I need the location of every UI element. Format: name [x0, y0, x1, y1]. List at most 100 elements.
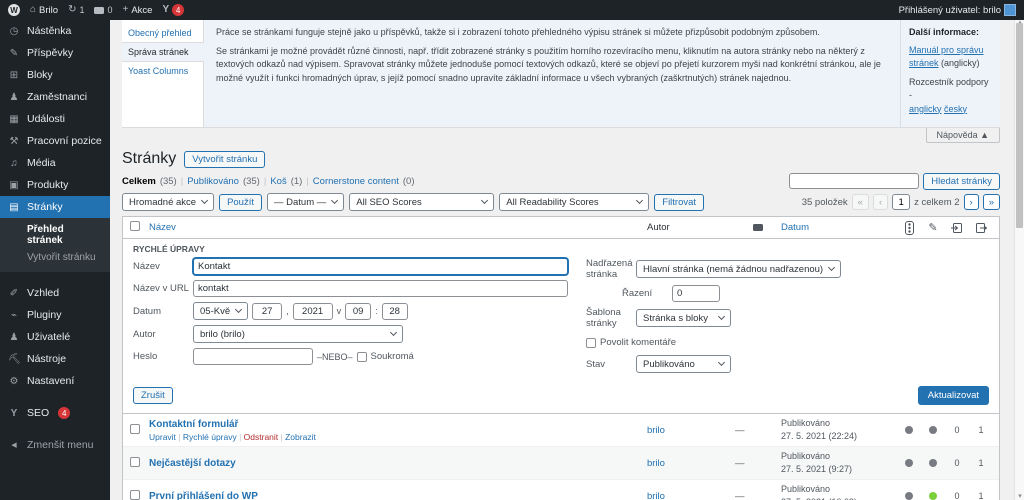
outgoing-links-count: 1 — [969, 458, 993, 468]
help-toggle-button[interactable]: Nápověda ▲ — [926, 128, 1000, 143]
readability-score-dot — [929, 459, 937, 467]
filter-button[interactable]: Filtrovat — [654, 194, 704, 211]
sidebar-item-plugins[interactable]: ⌁Pluginy — [0, 304, 110, 326]
page-link[interactable]: První přihlášení do WP — [149, 491, 258, 500]
help-tab-overview[interactable]: Obecný přehled — [122, 24, 203, 42]
allow-comments-checkbox[interactable] — [586, 338, 596, 348]
status-label: Stav — [586, 359, 632, 370]
last-page-button[interactable]: » — [983, 194, 1000, 210]
vertical-scrollbar[interactable]: ▴ ▾ — [1014, 20, 1024, 500]
search-input[interactable] — [789, 173, 919, 189]
next-page-button[interactable]: › — [964, 194, 979, 210]
slug-input[interactable] — [193, 280, 568, 297]
apply-button[interactable]: Použít — [219, 194, 262, 211]
sidebar-item-events[interactable]: ▦Události — [0, 108, 110, 130]
submenu-item-add-new[interactable]: Vytvořit stránku — [0, 249, 110, 266]
hour-input[interactable] — [345, 303, 371, 320]
help-support-link-cs[interactable]: česky — [944, 104, 967, 114]
new-content-menu[interactable]: +Akce — [122, 5, 152, 16]
sidebar-item-products[interactable]: ▣Produkty — [0, 174, 110, 196]
submenu-item-all-pages[interactable]: Přehled stránek — [0, 221, 110, 249]
view-published[interactable]: Publikováno — [187, 176, 239, 187]
author-select[interactable]: brilo (brilo) — [193, 325, 403, 343]
sidebar-item-employees[interactable]: ♟Zaměstnanci — [0, 86, 110, 108]
sidebar-item-dashboard[interactable]: ◷Nástěnka — [0, 20, 110, 42]
sidebar-item-collapse-menu[interactable]: ◀Zmenšit menu — [0, 434, 110, 456]
account-menu[interactable]: Přihlášený uživatel: brilo — [899, 4, 1016, 16]
wordpress-logo-icon: W — [8, 4, 20, 16]
updates-menu[interactable]: ↻1 — [68, 5, 84, 15]
view-cornerstone[interactable]: Cornerstone content — [313, 176, 399, 187]
author-label: Autor — [133, 329, 189, 340]
view-all[interactable]: Celkem — [122, 176, 156, 187]
column-title[interactable]: Název — [149, 222, 647, 233]
view-trash[interactable]: Koš — [270, 176, 286, 187]
sidebar-item-posts[interactable]: ✎Příspěvky — [0, 42, 110, 64]
search-pages-button[interactable]: Hledat stránky — [923, 173, 1000, 190]
cancel-button[interactable]: Zrušit — [133, 387, 173, 404]
row-checkbox[interactable] — [130, 457, 140, 467]
template-label: Šablona stránky — [586, 307, 632, 329]
day-input[interactable] — [252, 303, 282, 320]
sidebar-item-settings[interactable]: ⚙Nastavení — [0, 370, 110, 392]
page-link[interactable]: Nejčastější dotazy — [149, 458, 236, 469]
password-input[interactable] — [193, 348, 313, 365]
seo-scores-select[interactable]: All SEO Scores — [349, 193, 494, 211]
scroll-down-arrow[interactable]: ▾ — [1015, 492, 1024, 500]
current-page-input[interactable] — [892, 194, 910, 210]
seo-score-dot — [905, 492, 913, 500]
sidebar-item-media[interactable]: ♫Média — [0, 152, 110, 174]
sidebar-item-seo[interactable]: YSEO4 — [0, 402, 110, 424]
quick-edit-action[interactable]: Rychlé úpravy — [183, 432, 237, 442]
help-tab-managing-pages[interactable]: Správa stránek — [122, 42, 204, 62]
author-link[interactable]: brilo — [647, 425, 665, 436]
row-checkbox[interactable] — [130, 424, 140, 434]
sidebar-item-users[interactable]: ♟Uživatelé — [0, 326, 110, 348]
help-support-link-en[interactable]: anglicky — [909, 104, 942, 114]
title-input[interactable] — [193, 258, 568, 275]
date-filter-select[interactable]: — Datum — — [267, 193, 344, 211]
outgoing-links-icon — [975, 222, 987, 234]
sidebar-item-appearance[interactable]: ✐Vzhled — [0, 282, 110, 304]
table-row: První přihlášení do WP brilo — Publiková… — [123, 480, 999, 500]
parent-page-select[interactable]: Hlavní stránka (nemá žádnou nadřazenou) — [636, 260, 841, 278]
wp-logo-menu[interactable]: W — [8, 4, 20, 16]
yoast-menu[interactable]: Y4 — [162, 4, 184, 16]
readability-scores-select[interactable]: All Readability Scores — [499, 193, 649, 211]
password-label: Heslo — [133, 351, 189, 362]
chevron-down-icon — [636, 197, 643, 204]
trash-action[interactable]: Odstranit — [244, 432, 279, 442]
add-new-page-button[interactable]: Vytvořit stránku — [184, 151, 265, 168]
minute-input[interactable] — [382, 303, 408, 320]
bulk-actions-select[interactable]: Hromadné akce — [122, 193, 214, 211]
total-pages-label: z celkem 2 — [914, 197, 959, 208]
column-date[interactable]: Datum — [781, 222, 897, 233]
sidebar-item-pages[interactable]: ▤Stránky — [0, 196, 110, 218]
column-comments[interactable] — [735, 224, 781, 231]
view-action[interactable]: Zobrazit — [285, 432, 316, 442]
update-button[interactable]: Aktualizovat — [918, 386, 989, 405]
author-link[interactable]: brilo — [647, 458, 665, 469]
author-link[interactable]: brilo — [647, 491, 665, 500]
edit-action[interactable]: Upravit — [149, 432, 176, 442]
updates-icon: ↻ — [68, 5, 76, 15]
page-link[interactable]: Kontaktní formulář — [149, 419, 238, 430]
calendar-icon: ▦ — [8, 114, 20, 125]
private-checkbox[interactable] — [357, 352, 367, 362]
pencil-icon: ✎ — [928, 221, 937, 234]
sidebar-item-blocks[interactable]: ⊞Bloky — [0, 64, 110, 86]
sidebar-item-job-positions[interactable]: ⚒Pracovní pozice — [0, 130, 110, 152]
order-input[interactable] — [672, 285, 720, 302]
select-all-checkbox[interactable] — [130, 221, 140, 231]
row-checkbox[interactable] — [130, 490, 140, 500]
status-select[interactable]: Publikováno — [636, 355, 731, 373]
template-select[interactable]: Stránka s bloky — [636, 309, 731, 327]
help-tab-yoast-columns[interactable]: Yoast Columns — [122, 62, 203, 80]
year-input[interactable] — [293, 303, 333, 320]
cart-icon: ⊞ — [8, 70, 20, 81]
scrollbar-thumb[interactable] — [1016, 23, 1023, 228]
comments-menu[interactable]: 0 — [94, 5, 112, 15]
sidebar-item-tools[interactable]: ⛏Nástroje — [0, 348, 110, 370]
month-select[interactable]: 05-Kvě — [193, 302, 248, 320]
site-name-menu[interactable]: ⌂Brilo — [30, 5, 58, 16]
